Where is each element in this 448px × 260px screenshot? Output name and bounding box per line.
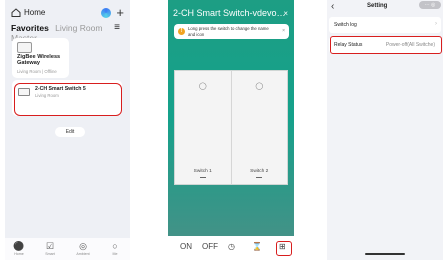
switch-title: 2-CH Smart Switch-vdevo… <box>173 8 286 18</box>
hint-text: Long press the switch to change the name… <box>188 26 269 37</box>
nav-me[interactable]: ○ Me <box>102 241 128 256</box>
countdown-icon[interactable]: ⌛ <box>252 242 262 251</box>
tab-living-room[interactable]: Living Room <box>55 23 102 33</box>
switch-2-button[interactable]: ◯ Switch 2 <box>232 71 288 184</box>
switch-toolbar: ON OFF ◷ ⌛ ⊞ <box>168 236 294 260</box>
bottom-nav: ⚫ Home ☑ Smart ◎ Ambient ○ Me <box>5 238 130 260</box>
checklist-icon: ☑ <box>45 241 55 251</box>
home-screen: Home + Favorites Living Room Master ≡ Zi… <box>5 0 130 260</box>
more-capsule[interactable]: ··· ◎ <box>419 1 441 9</box>
ambient-icon: ◎ <box>79 241 87 251</box>
nav-ambient[interactable]: ◎ Ambient <box>70 241 96 256</box>
switch-2-label: Switch 2 <box>250 169 269 174</box>
setting-title: Setting <box>367 3 388 9</box>
switch-log-label: Switch log <box>334 22 357 28</box>
highlight-frame <box>330 36 442 54</box>
dismiss-icon[interactable]: × <box>282 28 285 34</box>
setting-screen: ‹ Setting ··· ◎ Switch log › Relay Statu… <box>327 0 443 260</box>
switch-indicator <box>256 177 263 178</box>
assistant-icon[interactable] <box>101 8 111 18</box>
house-icon <box>11 8 21 17</box>
home-title-text: Home <box>24 8 46 17</box>
tab-favorites[interactable]: Favorites <box>11 23 49 33</box>
nav-home-label: Home <box>14 252 24 256</box>
close-icon[interactable]: × <box>283 9 288 18</box>
switch-indicator <box>199 177 206 178</box>
house-icon: ⚫ <box>13 241 25 251</box>
nav-smart[interactable]: ☑ Smart <box>37 241 63 256</box>
menu-icon[interactable]: ≡ <box>114 22 120 33</box>
gateway-card[interactable]: ZigBee Wireless Gateway Living Room | Of… <box>12 38 69 78</box>
home-header: Home + <box>11 5 124 20</box>
highlight-frame <box>14 83 122 116</box>
back-icon[interactable]: ‹ <box>331 1 334 12</box>
nav-home[interactable]: ⚫ Home <box>6 241 32 256</box>
all-on-button[interactable]: ON <box>180 242 192 251</box>
gateway-status: Living Room | Offline <box>17 69 57 74</box>
timer-icon[interactable]: ◷ <box>228 242 235 251</box>
switch-1-button[interactable]: ◯ Switch 1 <box>175 71 232 184</box>
nav-me-label: Me <box>112 252 118 256</box>
bulb-icon: ◯ <box>198 83 207 90</box>
profile-icon: ○ <box>112 241 118 251</box>
gateway-icon <box>17 42 32 53</box>
chevron-right-icon: › <box>435 21 437 27</box>
gateway-name: ZigBee Wireless Gateway <box>17 54 61 66</box>
all-off-button[interactable]: OFF <box>202 242 218 251</box>
edit-button[interactable]: Edit <box>55 127 85 137</box>
home-title[interactable]: Home <box>11 8 45 17</box>
switch-1-label: Switch 1 <box>193 169 212 174</box>
nav-smart-label: Smart <box>45 252 55 256</box>
home-indicator <box>365 253 405 255</box>
room-tabs: Favorites Living Room Master ≡ <box>11 22 124 43</box>
switch-log-row[interactable]: Switch log › <box>329 17 441 33</box>
highlight-frame <box>276 241 292 256</box>
nav-ambient-label: Ambient <box>76 252 90 256</box>
switch-panel: ◯ Switch 1 ◯ Switch 2 <box>174 70 288 185</box>
add-icon[interactable]: + <box>116 5 124 20</box>
bulb-icon: ◯ <box>255 83 264 90</box>
warning-icon: ! <box>178 28 185 35</box>
switch-screen: 2-CH Smart Switch-vdevo… × ! Long press … <box>168 0 294 260</box>
hint-toast: ! Long press the switch to change the na… <box>174 24 289 39</box>
